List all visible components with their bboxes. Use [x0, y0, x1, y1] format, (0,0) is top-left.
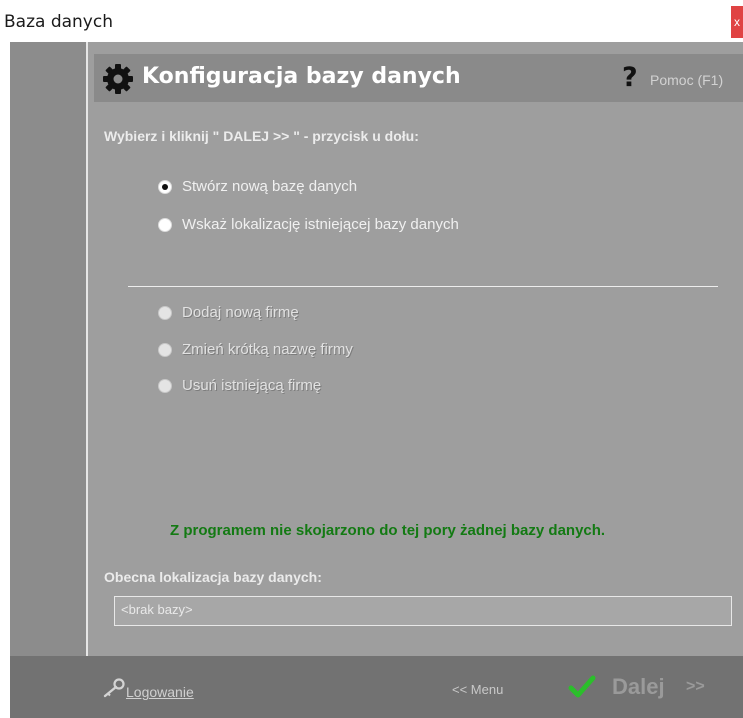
gear-icon [103, 64, 133, 94]
radio-label: Usuń istniejącą firmę [182, 377, 322, 394]
header-bar: Konfiguracja bazy danych ? Pomoc (F1) [94, 54, 743, 102]
key-icon [103, 678, 125, 698]
footer-bar: Logowanie << Menu Dalej >> [10, 656, 743, 718]
instruction-text: Wybierz i kliknij " DALEJ >> " - przycis… [104, 128, 419, 144]
location-field[interactable]: <brak bazy> [114, 596, 732, 626]
radio-indicator [158, 343, 172, 357]
radio-indicator[interactable] [158, 180, 172, 194]
title-bar: Baza danych x [0, 0, 743, 42]
next-label[interactable]: Dalej [612, 674, 665, 700]
status-message: Z programem nie skojarzono do tej pory ż… [170, 522, 606, 539]
radio-label: Zmień krótką nazwę firmy [182, 341, 353, 358]
help-button[interactable]: Pomoc (F1) [650, 72, 723, 88]
location-label: Obecna lokalizacja bazy danych: [104, 569, 322, 585]
radio-label[interactable]: Stwórz nową bazę danych [182, 178, 357, 195]
radio-indicator [158, 306, 172, 320]
divider [128, 286, 718, 287]
help-icon[interactable]: ? [622, 62, 638, 93]
login-label[interactable]: Logowanie [126, 684, 194, 700]
page-title: Konfiguracja bazy danych [142, 64, 461, 89]
radio-label: Dodaj nową firmę [182, 304, 299, 321]
menu-button[interactable]: << Menu [452, 682, 503, 697]
left-strip [10, 42, 86, 656]
radio-indicator[interactable] [158, 218, 172, 232]
next-arrows[interactable]: >> [686, 678, 705, 696]
radio-indicator [158, 379, 172, 393]
main-panel: Konfiguracja bazy danych ? Pomoc (F1) Wy… [86, 42, 743, 656]
check-icon [568, 675, 596, 698]
window-title: Baza danych [4, 12, 113, 32]
close-button[interactable]: x [731, 6, 743, 38]
radio-label[interactable]: Wskaż lokalizację istniejącej bazy danyc… [182, 216, 459, 233]
